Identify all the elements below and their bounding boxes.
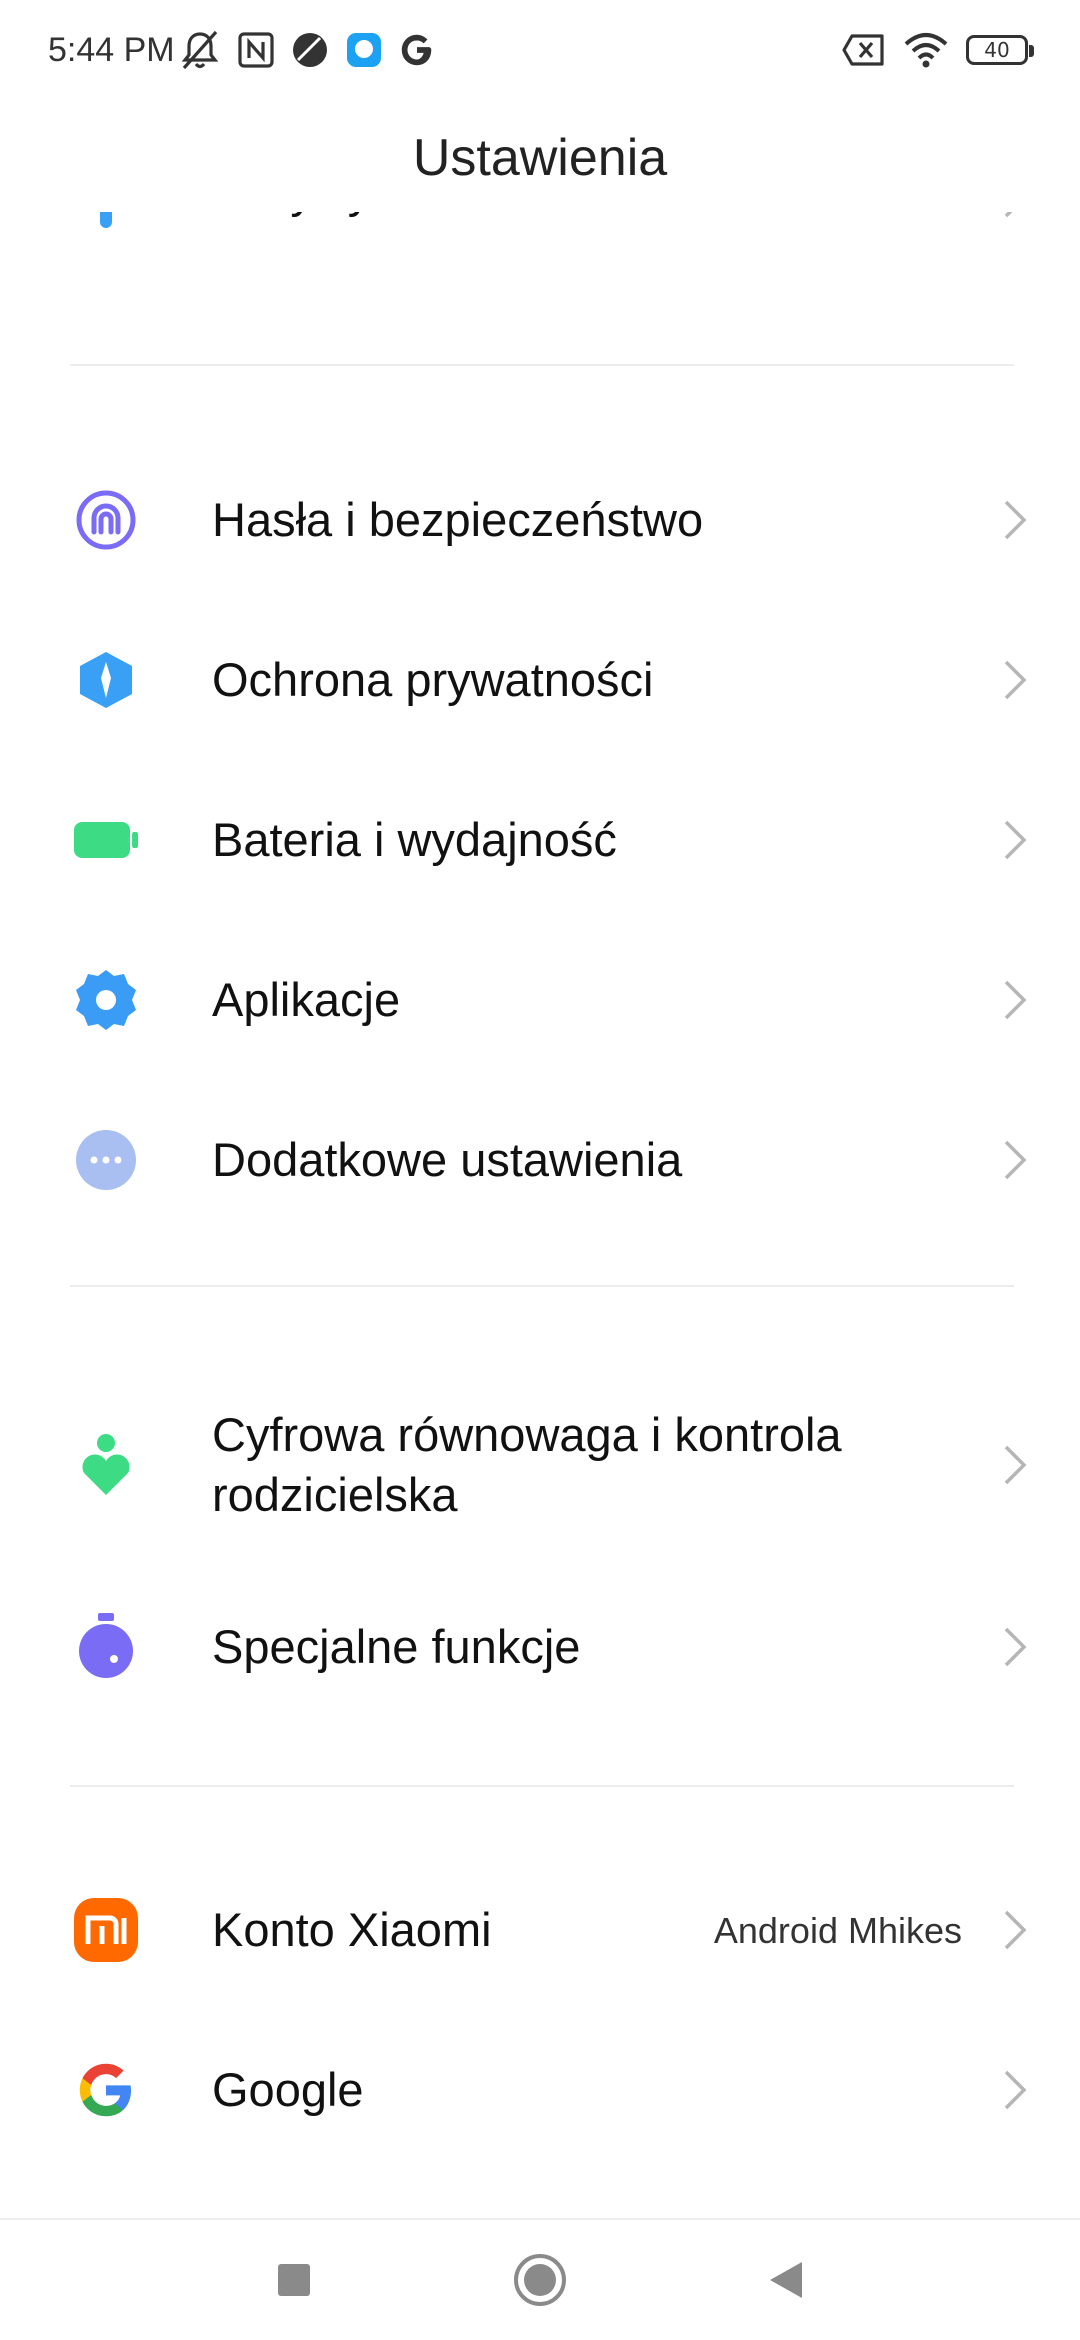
- settings-item-privacy[interactable]: Ochrona prywatności: [0, 620, 1080, 740]
- privacy-shield-icon: [70, 644, 142, 716]
- settings-item-label: Cyfrowa równowaga i kontrola rodzicielsk…: [212, 1405, 842, 1525]
- status-bar: 5:44 PM 40: [0, 0, 1080, 100]
- section-divider: [70, 1285, 1014, 1287]
- back-icon: [770, 2262, 802, 2298]
- settings-item-special-features[interactable]: Specjalne funkcje: [0, 1587, 1080, 1707]
- status-system-icons: 40: [842, 28, 1034, 72]
- settings-item-themes[interactable]: Motywy: [0, 212, 1080, 262]
- chevron-right-icon: [1004, 2070, 1027, 2110]
- xiaomi-logo-icon: [70, 1894, 142, 1966]
- settings-item-additional[interactable]: Dodatkowe ustawienia: [0, 1100, 1080, 1220]
- home-icon: [514, 2254, 566, 2306]
- theme-icon: [70, 212, 142, 234]
- more-dots-icon: [70, 1124, 142, 1196]
- chevron-right-icon: [1004, 1910, 1027, 1950]
- chevron-right-icon: [1004, 1140, 1027, 1180]
- settings-item-battery[interactable]: Bateria i wydajność: [0, 780, 1080, 900]
- settings-item-label: Specjalne funkcje: [212, 1620, 581, 1673]
- section-divider: [70, 364, 1014, 366]
- settings-item-label: Google: [212, 2063, 364, 2116]
- settings-item-digital-wellbeing[interactable]: Cyfrowa równowaga i kontrola rodzicielsk…: [0, 1375, 1080, 1555]
- status-time: 5:44 PM: [48, 31, 175, 69]
- section-divider: [70, 1785, 1014, 1787]
- back-button[interactable]: [754, 2248, 818, 2312]
- settings-item-label: Konto Xiaomi: [212, 1903, 492, 1956]
- settings-item-label: Bateria i wydajność: [212, 813, 617, 866]
- navigation-bar: [0, 2218, 1080, 2340]
- chevron-right-icon: [1004, 1445, 1027, 1485]
- battery-icon: 40: [966, 35, 1034, 65]
- chat-icon: [347, 33, 381, 67]
- settings-item-label: Aplikacje: [212, 973, 401, 1026]
- no-sim-icon: [842, 34, 884, 66]
- chevron-right-icon: [1004, 212, 1013, 218]
- chevron-right-icon: [1004, 1627, 1027, 1667]
- settings-item-xiaomi-account[interactable]: Konto Xiaomi Android Mhikes: [0, 1870, 1080, 1990]
- settings-item-label-line1: Cyfrowa równowaga i kontrola: [212, 1408, 842, 1461]
- settings-item-label: Hasła i bezpieczeństwo: [212, 493, 704, 546]
- nfc-icon: [238, 32, 274, 68]
- recents-button[interactable]: [262, 2248, 326, 2312]
- settings-item-passwords-security[interactable]: Hasła i bezpieczeństwo: [0, 460, 1080, 580]
- google-icon: [401, 34, 432, 66]
- settings-item-label-line2: rodzicielska: [212, 1468, 458, 1521]
- home-button[interactable]: [508, 2248, 572, 2312]
- settings-item-apps[interactable]: Aplikacje: [0, 940, 1080, 1060]
- settings-list[interactable]: Motywy Hasła i bezpieczeństwo Ochrona pr…: [0, 212, 1080, 2218]
- fingerprint-icon: [70, 484, 142, 556]
- settings-item-label: Dodatkowe ustawienia: [212, 1133, 683, 1186]
- settings-item-label: Ochrona prywatności: [212, 653, 654, 706]
- chevron-right-icon: [1004, 500, 1027, 540]
- status-notification-icons: [178, 28, 436, 72]
- wifi-icon: [904, 33, 948, 68]
- battery-performance-icon: [70, 804, 142, 876]
- apps-gear-icon: [70, 964, 142, 1036]
- settings-item-label: Motywy: [212, 212, 371, 220]
- chevron-right-icon: [1004, 660, 1027, 700]
- battery-level: 40: [984, 38, 1010, 62]
- xiaomi-account-name: Android Mhikes: [713, 1910, 962, 1951]
- google-icon: [70, 2054, 142, 2126]
- settings-item-google[interactable]: Google: [0, 2030, 1080, 2150]
- app-icon: [293, 33, 327, 67]
- page-title: Ustawienia: [412, 129, 668, 187]
- chevron-right-icon: [1004, 980, 1027, 1020]
- wellbeing-icon: [70, 1429, 142, 1501]
- recents-icon: [278, 2264, 310, 2296]
- chevron-right-icon: [1004, 820, 1027, 860]
- mute-icon: [181, 30, 219, 70]
- special-features-icon: [70, 1611, 142, 1683]
